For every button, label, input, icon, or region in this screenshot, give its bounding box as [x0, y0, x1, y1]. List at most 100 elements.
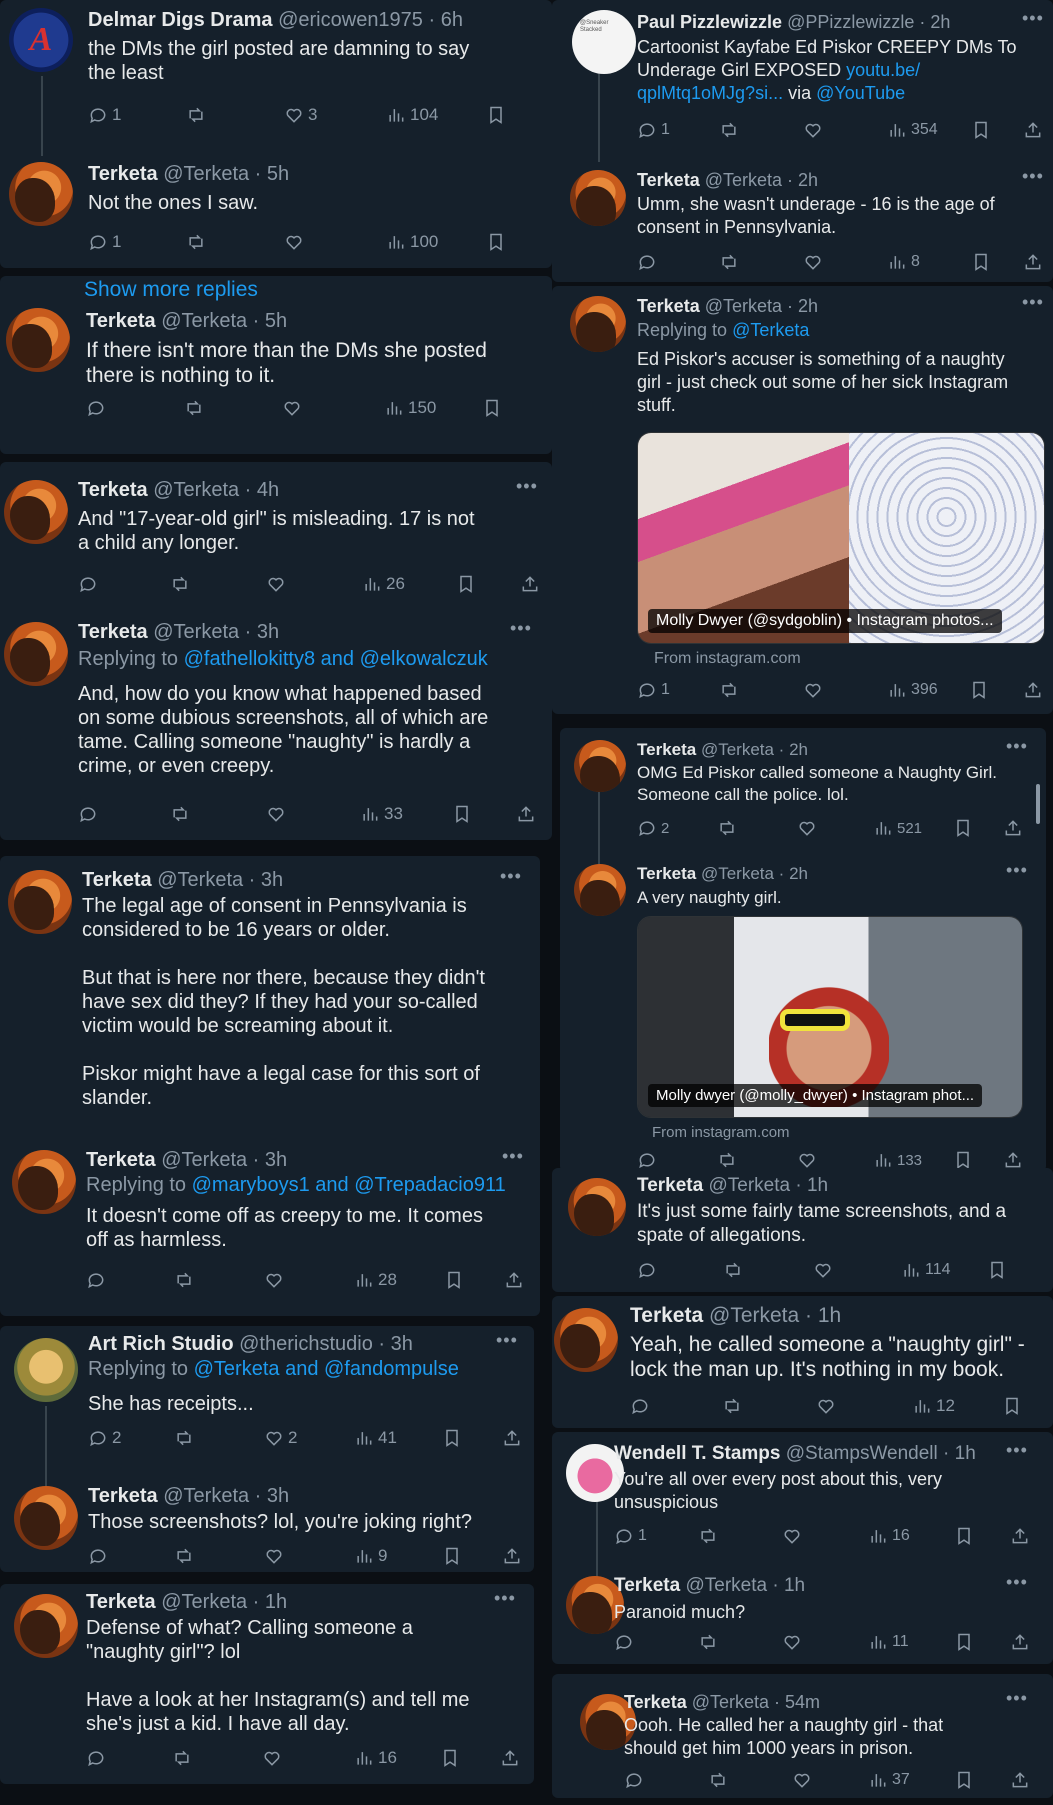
tweet[interactable]: Terketa @Terketa · 2h ••• Umm, she wasn'… — [552, 150, 1053, 282]
avatar[interactable] — [12, 1150, 76, 1214]
views-button[interactable]: 28 — [354, 1270, 397, 1290]
views-button[interactable]: 133 — [873, 1150, 922, 1170]
share-button[interactable] — [1003, 1150, 1023, 1170]
tweet[interactable]: Terketa @Terketa · 54m ••• Oooh. He call… — [552, 1674, 1053, 1798]
author-handle[interactable]: @Terketa · 1h — [709, 1304, 841, 1327]
retweet-button[interactable] — [719, 252, 739, 272]
like-button[interactable] — [264, 1546, 284, 1566]
replying-to-link[interactable]: @Terketa — [732, 320, 809, 340]
like-button[interactable]: 2 — [264, 1428, 297, 1448]
views-button[interactable]: 26 — [362, 574, 405, 594]
more-options-button[interactable]: ••• — [1006, 1688, 1028, 1709]
author-name[interactable]: Terketa — [630, 1304, 703, 1327]
avatar[interactable] — [14, 1338, 78, 1402]
retweet-button[interactable] — [186, 232, 206, 252]
reply-button[interactable] — [637, 1150, 657, 1170]
tweet[interactable]: Terketa @Terketa · 2h ••• Replying to @T… — [552, 286, 1053, 714]
reply-button[interactable] — [637, 252, 657, 272]
author-name[interactable]: Terketa — [637, 296, 700, 316]
reply-button[interactable]: 1 — [637, 120, 670, 140]
author-name[interactable]: Terketa — [78, 621, 148, 643]
bookmark-button[interactable] — [954, 1632, 974, 1652]
author-name[interactable]: Terketa — [88, 1485, 158, 1507]
more-options-button[interactable]: ••• — [516, 476, 538, 497]
bookmark-button[interactable] — [969, 680, 989, 700]
like-button[interactable] — [266, 574, 286, 594]
reply-button[interactable] — [86, 1270, 106, 1290]
author-name[interactable]: Terketa — [86, 310, 156, 332]
share-button[interactable] — [1010, 1770, 1030, 1790]
views-button[interactable]: 114 — [901, 1260, 951, 1280]
views-button[interactable]: 33 — [360, 804, 403, 824]
retweet-button[interactable] — [719, 120, 739, 140]
author-handle[interactable]: @Terketa · 3h — [157, 869, 283, 891]
views-button[interactable]: 16 — [868, 1526, 910, 1546]
views-button[interactable]: 9 — [354, 1546, 387, 1566]
bookmark-button[interactable] — [1002, 1396, 1022, 1416]
author-name[interactable]: Art Rich Studio — [88, 1333, 234, 1355]
tweet[interactable]: Terketa @Terketa · 3h ••• The legal age … — [0, 856, 540, 1144]
bookmark-button[interactable] — [444, 1270, 464, 1290]
retweet-button[interactable] — [174, 1270, 194, 1290]
author-name[interactable]: Terketa — [614, 1575, 680, 1596]
author-name[interactable]: Terketa — [637, 740, 696, 759]
retweet-button[interactable] — [698, 1632, 718, 1652]
reply-button[interactable]: 1 — [88, 105, 121, 125]
link-preview-card[interactable]: Molly dwyer (@molly_dwyer) • Instagram p… — [637, 916, 1023, 1118]
more-options-button[interactable]: ••• — [502, 1146, 524, 1167]
tweet[interactable]: Terketa @Terketa · 3h ••• Replying to @f… — [0, 612, 552, 840]
bookmark-button[interactable] — [486, 105, 506, 125]
avatar[interactable] — [6, 308, 70, 372]
like-button[interactable] — [803, 680, 823, 700]
views-button[interactable]: 11 — [868, 1632, 909, 1652]
more-options-button[interactable]: ••• — [1006, 1572, 1028, 1593]
bookmark-button[interactable] — [440, 1748, 460, 1768]
retweet-button[interactable] — [698, 1526, 718, 1546]
bookmark-button[interactable] — [954, 1526, 974, 1546]
retweet-button[interactable] — [708, 1770, 728, 1790]
author-name[interactable]: Terketa — [86, 1149, 156, 1171]
avatar[interactable] — [574, 864, 626, 916]
bookmark-button[interactable] — [971, 252, 991, 272]
like-button[interactable] — [782, 1632, 802, 1652]
share-button[interactable] — [1010, 1526, 1030, 1546]
share-button[interactable] — [1003, 818, 1023, 838]
like-button[interactable] — [792, 1770, 812, 1790]
tweet[interactable]: Terketa @Terketa · 2h ••• A very naughty… — [560, 850, 1046, 1172]
share-button[interactable] — [1023, 252, 1043, 272]
author-name[interactable]: Terketa — [637, 864, 696, 883]
share-button[interactable] — [1023, 680, 1043, 700]
author-name[interactable]: Terketa — [637, 170, 700, 190]
author-handle[interactable]: @Terketa · 5h — [163, 163, 289, 185]
retweet-button[interactable] — [184, 398, 204, 418]
more-options-button[interactable]: ••• — [1006, 860, 1028, 881]
author-handle[interactable]: @therichstudio · 3h — [239, 1333, 413, 1355]
like-button[interactable] — [797, 1150, 817, 1170]
bookmark-button[interactable] — [442, 1546, 462, 1566]
share-button[interactable] — [500, 1748, 520, 1768]
avatar[interactable] — [9, 162, 73, 226]
author-handle[interactable]: @Terketa · 1h — [708, 1175, 828, 1196]
tweet[interactable]: Terketa @Terketa · 1h Yeah, he called so… — [552, 1296, 1053, 1428]
reply-button[interactable] — [88, 1546, 108, 1566]
youtube-mention[interactable]: @YouTube — [816, 83, 905, 103]
author-handle[interactable]: @Terketa · 2h — [701, 864, 808, 883]
avatar[interactable] — [554, 1308, 618, 1372]
views-button[interactable]: 16 — [354, 1748, 397, 1768]
author-name[interactable]: Terketa — [88, 163, 158, 185]
tweet[interactable]: Terketa @Terketa · 5h Not the ones I saw… — [0, 140, 552, 268]
avatar[interactable] — [568, 1178, 626, 1236]
like-button[interactable] — [266, 804, 286, 824]
bookmark-button[interactable] — [954, 1770, 974, 1790]
author-name[interactable]: Terketa — [82, 869, 152, 891]
share-button[interactable] — [502, 1546, 522, 1566]
avatar[interactable] — [4, 622, 68, 686]
tweet[interactable]: Art Rich Studio @therichstudio · 3h ••• … — [0, 1326, 534, 1472]
bookmark-button[interactable] — [452, 804, 472, 824]
reply-button[interactable] — [86, 398, 106, 418]
reply-button[interactable] — [78, 804, 98, 824]
share-button[interactable] — [520, 574, 540, 594]
avatar[interactable] — [570, 296, 626, 352]
like-button[interactable] — [797, 818, 817, 838]
retweet-button[interactable] — [174, 1428, 194, 1448]
